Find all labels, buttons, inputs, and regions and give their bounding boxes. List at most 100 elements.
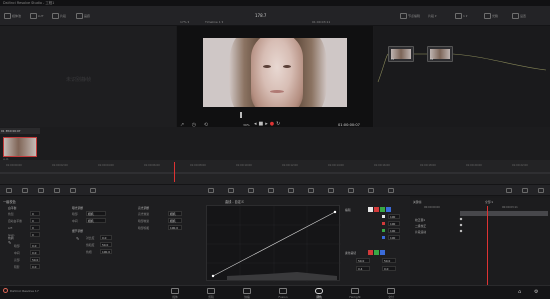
gallery-icon[interactable] xyxy=(76,13,83,19)
soft-green-swatch[interactable] xyxy=(374,250,379,255)
toolbar-item-settings[interactable]: 设置 xyxy=(520,14,526,18)
keyframes-playhead[interactable] xyxy=(487,206,488,285)
eyedropper-icon[interactable]: ✎ xyxy=(76,236,79,241)
rows3-value-field[interactable]: 相机 xyxy=(86,211,106,216)
channel-blue-swatch[interactable] xyxy=(386,207,391,212)
soft-low2-field[interactable]: 0.4 xyxy=(356,266,370,271)
rows1-value-field[interactable]: 0 xyxy=(30,225,40,230)
keyframe-diamond[interactable] xyxy=(459,229,463,233)
rows1-value-field[interactable]: 0 xyxy=(30,211,40,216)
rows4-label: 饱和度 xyxy=(86,243,95,247)
lut-icon[interactable] xyxy=(30,13,37,19)
settings-gear-icon[interactable]: ⚙ xyxy=(534,289,538,295)
blur-icon[interactable] xyxy=(328,188,334,193)
motion-effects-icon[interactable] xyxy=(70,188,76,193)
toolbar-item-media-pool[interactable]: 媒体池 xyxy=(12,14,21,18)
curves-icon[interactable] xyxy=(208,188,214,193)
toolbar-item-nodes[interactable]: 节点编辑 xyxy=(408,14,420,18)
camera-raw-icon[interactable] xyxy=(6,188,12,193)
color-wheels-icon[interactable] xyxy=(38,188,44,193)
channel-value-field[interactable]: 100 xyxy=(388,235,400,240)
clip-thumbnail[interactable] xyxy=(3,137,37,157)
channel-value-field[interactable]: 100 xyxy=(388,221,400,226)
rows2-value-field[interactable]: 50.0 xyxy=(30,257,40,262)
rows4-value-field[interactable]: 100.0 xyxy=(100,249,112,254)
rows4-value-field[interactable]: 0.0 xyxy=(100,235,112,240)
page-tab-3[interactable]: Fusion xyxy=(268,287,298,299)
hdr-icon[interactable] xyxy=(90,188,96,193)
info-icon[interactable] xyxy=(538,188,544,193)
rows5-value-field[interactable]: 相机 xyxy=(168,211,182,216)
keyframe-diamond[interactable] xyxy=(459,223,463,227)
rows5-value-field[interactable]: 相机 xyxy=(168,218,182,223)
sizing-icon[interactable] xyxy=(368,188,374,193)
page-tab-4[interactable]: 调色 xyxy=(304,287,334,299)
rows3-label: 中间 xyxy=(72,219,78,223)
window-icon[interactable] xyxy=(268,188,274,193)
rows3-value-field[interactable]: 相机 xyxy=(86,218,106,223)
keyframes-mode-select[interactable]: 全部 ▾ xyxy=(485,200,493,204)
channel-green-swatch[interactable] xyxy=(380,207,385,212)
soft-red-swatch[interactable] xyxy=(368,250,373,255)
timeline-playhead[interactable] xyxy=(174,162,175,182)
soft-blue-swatch[interactable] xyxy=(380,250,385,255)
page-navigation-bar: DaVinci Resolve 17 媒体 剪辑 快编 Fusion 调色 Fairlig… xyxy=(0,285,550,299)
soft-high2-field[interactable]: 0.0 xyxy=(382,266,396,271)
tracker-icon[interactable] xyxy=(288,188,294,193)
picker-icon[interactable]: ✎ xyxy=(8,240,11,245)
keyframe-track-label[interactable]: 二级校正 xyxy=(415,224,426,228)
rows5-value-field[interactable]: 100.0 xyxy=(168,225,182,230)
soft-high-field[interactable]: 50.0 xyxy=(382,258,396,263)
media-pool-icon[interactable] xyxy=(4,13,11,19)
rows2-value-field[interactable]: 0.0 xyxy=(30,250,40,255)
rows1-value-field[interactable]: 0 xyxy=(30,218,40,223)
warper-icon[interactable] xyxy=(228,188,234,193)
page-tab-6[interactable]: 交付 xyxy=(376,287,406,299)
page-tab-1[interactable]: 剪辑 xyxy=(196,287,226,299)
toolbar-item-clips[interactable]: 片段 xyxy=(60,14,66,18)
lightbox-icon[interactable] xyxy=(455,13,462,19)
keyframe-track-label[interactable]: 片段运动 xyxy=(415,230,426,234)
page-tab-2[interactable]: 快编 xyxy=(232,287,262,299)
rows1-value-field[interactable]: 0 xyxy=(30,232,40,237)
curve-point-high[interactable] xyxy=(333,210,337,214)
toolbar-item-page[interactable]: 1 ▾ xyxy=(463,14,467,18)
key-icon[interactable] xyxy=(348,188,354,193)
viewer-scrubber-handle[interactable] xyxy=(240,112,242,118)
color-match-icon[interactable] xyxy=(22,188,28,193)
channel-value-field[interactable]: 100 xyxy=(388,214,400,219)
curve-graph[interactable] xyxy=(206,205,341,282)
rows2-value-field[interactable]: 0.0 xyxy=(30,243,40,248)
soft-low-field[interactable]: 50.0 xyxy=(356,258,370,263)
curve-svg xyxy=(207,206,341,282)
share-icon[interactable] xyxy=(484,13,491,19)
page-tab-5[interactable]: Fairlight xyxy=(340,287,370,299)
mini-timeline[interactable]: 01:00:00:00 01:00:02:00 01:00:04:00 01:00:0… xyxy=(0,160,550,184)
toolbar-mode-select[interactable]: 片段 ▾ xyxy=(428,14,436,18)
node-editor-icon[interactable] xyxy=(400,13,407,19)
clips-icon[interactable] xyxy=(52,13,59,19)
3d-icon[interactable] xyxy=(388,188,394,193)
keyframe-track-label[interactable]: 校正器1 xyxy=(415,218,425,222)
settings-icon[interactable] xyxy=(512,13,519,19)
rgb-mixer-icon[interactable] xyxy=(54,188,60,193)
channel-value-field[interactable]: 100 xyxy=(388,228,400,233)
toolbar-item-lightbox[interactable]: 光箱 xyxy=(492,14,498,18)
scopes-icon[interactable] xyxy=(522,188,528,193)
channel-red-swatch[interactable] xyxy=(374,207,379,212)
timeline-select[interactable]: Timeline 1 ▾ xyxy=(205,20,223,24)
rows2-value-field[interactable]: 0.0 xyxy=(30,264,40,269)
magic-mask-icon[interactable] xyxy=(308,188,314,193)
toolbar-item-gallery[interactable]: 画廊 xyxy=(84,14,90,18)
home-icon[interactable]: ⌂ xyxy=(518,289,521,295)
keyframe-diamond[interactable] xyxy=(459,217,463,221)
page-tab-0[interactable]: 媒体 xyxy=(160,287,190,299)
toolbar-item-lut[interactable]: LUT xyxy=(38,14,44,18)
qualifier-icon[interactable] xyxy=(248,188,254,193)
curve-point-low[interactable] xyxy=(211,274,215,278)
keyframes-icon[interactable] xyxy=(506,188,512,193)
viewer-zoom-select[interactable]: 17% ▾ xyxy=(180,20,189,24)
keyframe-master-track[interactable] xyxy=(460,211,548,216)
rows4-value-field[interactable]: 50.0 xyxy=(100,242,112,247)
channel-luma-swatch[interactable] xyxy=(368,207,373,212)
